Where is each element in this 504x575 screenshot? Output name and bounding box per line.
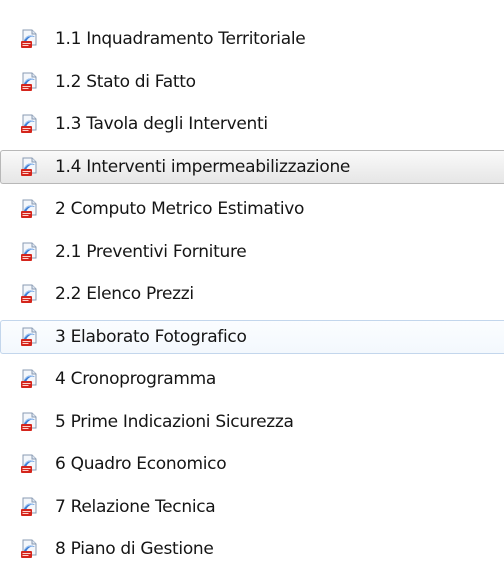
file-list-item[interactable]: 3 Elaborato Fotografico [0,319,504,354]
file-list-item[interactable]: 2.1 Preventivi Forniture [0,235,504,269]
pdf-file-icon [20,412,40,432]
file-list-item[interactable]: 1.2 Stato di Fatto [0,65,504,99]
file-name-label: 2.1 Preventivi Forniture [55,241,247,262]
pdf-file-icon [20,454,40,474]
pdf-file-icon [20,29,40,49]
file-name-label: 2.2 Elenco Prezzi [55,284,194,304]
pdf-file-icon [20,369,40,389]
file-name-label: 1.2 Stato di Fatto [55,71,196,92]
file-list-item[interactable]: 4 Cronoprogramma [0,362,504,396]
pdf-file-icon [20,72,40,92]
pdf-file-icon [20,157,40,177]
pdf-file-icon [20,114,40,134]
pdf-file-icon [20,242,40,262]
pdf-file-icon [20,199,40,219]
file-name-label: 1.3 Tavola degli Interventi [55,114,268,134]
file-name-label: 6 Quadro Economico [55,454,227,474]
file-list-item[interactable]: 7 Relazione Tecnica [0,490,504,524]
file-list: 1.1 Inquadramento Territoriale 1.2 Stato… [0,22,504,575]
file-list-item[interactable]: 1.3 Tavola degli Interventi [0,107,504,141]
pdf-file-icon [20,327,40,347]
file-name-label: 4 Cronoprogramma [55,369,217,389]
file-list-item[interactable]: 5 Prime Indicazioni Sicurezza [0,405,504,439]
file-list-item[interactable]: 1.4 Interventi impermeabilizzazione [0,149,504,184]
file-name-label: 3 Elaborato Fotografico [55,326,247,347]
pdf-file-icon [20,539,40,559]
file-name-label: 5 Prime Indicazioni Sicurezza [55,411,294,432]
file-list-item[interactable]: 8 Piano di Gestione [0,532,504,566]
file-list-item[interactable]: 6 Quadro Economico [0,447,504,481]
file-list-item[interactable]: 2 Computo Metrico Estimativo [0,192,504,226]
file-list-item[interactable]: 2.2 Elenco Prezzi [0,277,504,311]
pdf-file-icon [20,284,40,304]
file-name-label: 1.4 Interventi impermeabilizzazione [55,156,351,177]
file-name-label: 1.1 Inquadramento Territoriale [55,29,306,49]
file-list-item[interactable]: 1.1 Inquadramento Territoriale [0,22,504,56]
pdf-file-icon [20,497,40,517]
file-name-label: 2 Computo Metrico Estimativo [55,199,305,219]
file-name-label: 8 Piano di Gestione [55,539,214,559]
file-name-label: 7 Relazione Tecnica [55,496,216,517]
